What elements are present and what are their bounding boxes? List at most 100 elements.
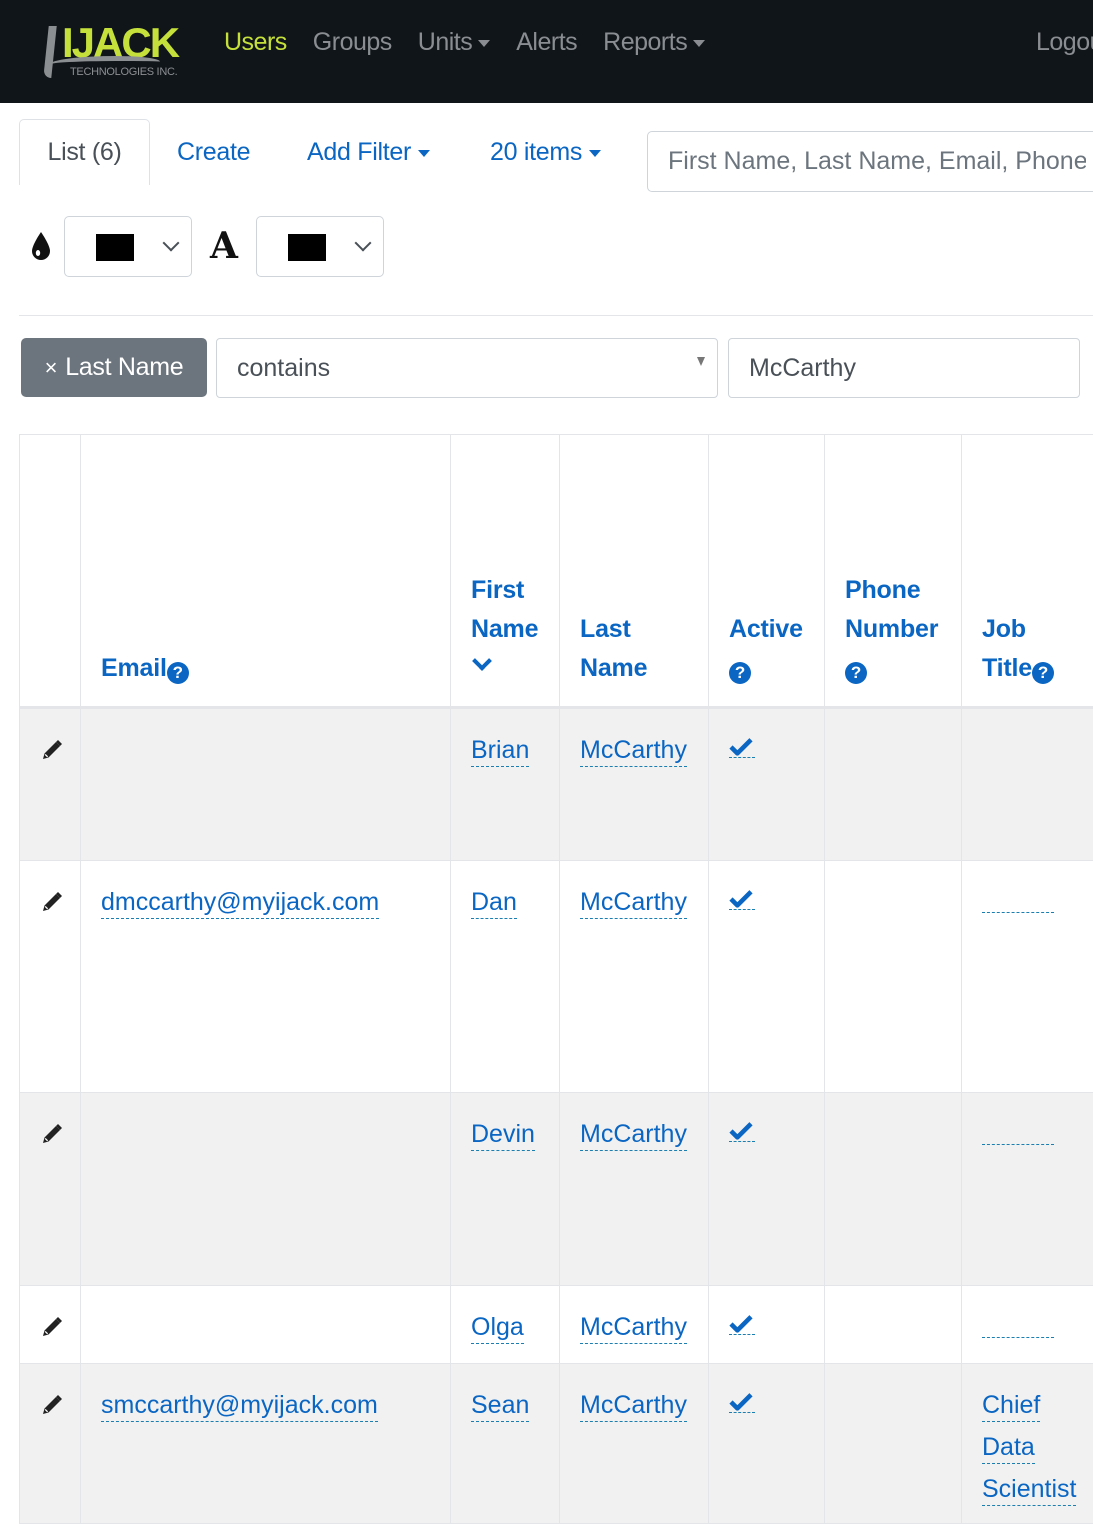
pencil-edit-icon[interactable] <box>40 1312 64 1336</box>
last-name-cell: McCarthy <box>560 1093 709 1286</box>
col-header-job-label: Job <box>982 615 1026 643</box>
job-title-editable-empty[interactable] <box>982 1308 1054 1338</box>
job-title-editable-link[interactable]: Data <box>982 1431 1035 1464</box>
font-icon: A <box>210 224 238 268</box>
nav-units-dropdown[interactable]: Units <box>418 28 490 57</box>
last-name-editable-link[interactable]: McCarthy <box>580 1118 687 1151</box>
active-cell <box>709 1286 825 1364</box>
job-title-editable-link[interactable]: Chief <box>982 1389 1040 1422</box>
caret-down-icon <box>693 40 705 47</box>
first-name-editable-link[interactable]: Dan <box>471 886 517 919</box>
tab-list[interactable]: List (6) <box>19 119 150 185</box>
actions-cell <box>20 708 81 861</box>
filter-field-label: Last Name <box>65 353 183 382</box>
table-row: dmccarthy@myijack.com Dan McCarthy <box>20 861 1093 1093</box>
job-title-editable-empty[interactable] <box>982 1115 1054 1145</box>
caret-down-icon <box>697 357 705 366</box>
table-header-row: Email? FirstName LastName Active? Phone N… <box>20 435 1093 708</box>
actions-cell <box>20 861 81 1093</box>
pencil-edit-icon[interactable] <box>40 887 64 911</box>
first-name-cell: Devin <box>451 1093 560 1286</box>
col-header-email[interactable]: Email? <box>81 435 451 708</box>
logo-subtitle: TECHNOLOGIES INC. <box>70 66 177 78</box>
add-filter-label: Add Filter <box>307 138 411 167</box>
nav-reports-label: Reports <box>603 28 687 57</box>
col-header-first-label: First <box>471 576 524 604</box>
help-icon[interactable]: ? <box>1032 662 1054 684</box>
last-name-editable-link[interactable]: McCarthy <box>580 886 687 919</box>
col-header-job-title[interactable]: Job Title? <box>962 435 1093 708</box>
nav-units-label: Units <box>418 28 472 57</box>
col-header-first-name[interactable]: FirstName <box>451 435 560 708</box>
ijack-logo[interactable]: IJACK TECHNOLOGIES INC. <box>42 20 192 82</box>
background-color-select[interactable] <box>64 216 192 277</box>
last-name-editable-link[interactable]: McCarthy <box>580 1311 687 1344</box>
caret-down-icon <box>589 150 601 157</box>
job-title-editable-link[interactable]: Scientist <box>982 1473 1076 1506</box>
email-editable-link[interactable]: dmccarthy@myijack.com <box>101 886 379 919</box>
nav-alerts[interactable]: Alerts <box>516 28 577 57</box>
table-row: Devin McCarthy <box>20 1093 1093 1286</box>
last-name-cell: McCarthy <box>560 708 709 861</box>
font-color-select[interactable] <box>256 216 384 277</box>
job-title-cell <box>962 708 1093 861</box>
col-header-actions <box>20 435 81 708</box>
chevron-down-icon <box>355 235 372 252</box>
nav-users[interactable]: Users <box>224 28 287 57</box>
search-input[interactable] <box>647 131 1093 192</box>
col-header-phone-label: Phone <box>845 576 920 604</box>
help-icon[interactable]: ? <box>845 662 867 684</box>
active-check-icon[interactable] <box>729 1310 755 1335</box>
col-header-number-label: Number <box>845 615 938 643</box>
email-cell <box>81 1093 451 1286</box>
active-cell <box>709 1364 825 1524</box>
tab-create[interactable]: Create <box>177 119 250 185</box>
active-check-icon[interactable] <box>729 885 755 910</box>
col-header-active-label: Active <box>729 615 803 643</box>
active-check-icon[interactable] <box>729 1117 755 1142</box>
tint-icon <box>30 231 52 261</box>
first-name-editable-link[interactable]: Devin <box>471 1118 535 1151</box>
table-row: smccarthy@myijack.com Sean McCarthy Chief Da… <box>20 1364 1093 1524</box>
nav-users-label: Users <box>224 28 287 57</box>
close-icon: × <box>45 355 58 381</box>
col-header-last-name[interactable]: LastName <box>560 435 709 708</box>
first-name-editable-link[interactable]: Brian <box>471 734 529 767</box>
help-icon[interactable]: ? <box>729 662 751 684</box>
pencil-edit-icon[interactable] <box>40 1119 64 1143</box>
page-size-dropdown[interactable]: 20 items <box>490 119 601 185</box>
last-name-cell: McCarthy <box>560 1364 709 1524</box>
col-header-active[interactable]: Active? <box>709 435 825 708</box>
filter-operator-select[interactable]: contains <box>216 338 718 398</box>
nav-groups-label: Groups <box>313 28 392 57</box>
last-name-editable-link[interactable]: McCarthy <box>580 734 687 767</box>
add-filter-dropdown[interactable]: Add Filter <box>307 119 430 185</box>
logout-link[interactable]: Logout <box>1036 28 1093 57</box>
active-check-icon[interactable] <box>729 1388 755 1413</box>
email-cell: smccarthy@myijack.com <box>81 1364 451 1524</box>
nav-reports-dropdown[interactable]: Reports <box>603 28 705 57</box>
job-title-editable-empty[interactable] <box>982 883 1054 913</box>
active-check-icon[interactable] <box>729 733 755 758</box>
table-row: Brian McCarthy <box>20 708 1093 861</box>
actions-cell <box>20 1286 81 1364</box>
pencil-edit-icon[interactable] <box>40 1390 64 1414</box>
page-size-label: 20 items <box>490 138 582 167</box>
job-title-cell <box>962 1286 1093 1364</box>
active-cell <box>709 1093 825 1286</box>
col-header-title-label: Title <box>982 654 1032 682</box>
active-cell <box>709 861 825 1093</box>
last-name-editable-link[interactable]: McCarthy <box>580 1389 687 1422</box>
pencil-edit-icon[interactable] <box>40 735 64 759</box>
help-icon[interactable]: ? <box>167 662 189 684</box>
remove-filter-button[interactable]: × Last Name <box>21 338 207 397</box>
email-cell <box>81 1286 451 1364</box>
actions-cell <box>20 1093 81 1286</box>
sort-desc-chevron-icon <box>472 651 492 671</box>
first-name-editable-link[interactable]: Olga <box>471 1311 524 1344</box>
first-name-editable-link[interactable]: Sean <box>471 1389 529 1422</box>
col-header-phone-number[interactable]: Phone Number? <box>825 435 962 708</box>
filter-value-input[interactable] <box>728 338 1080 398</box>
nav-groups[interactable]: Groups <box>313 28 392 57</box>
email-editable-link[interactable]: smccarthy@myijack.com <box>101 1389 378 1422</box>
